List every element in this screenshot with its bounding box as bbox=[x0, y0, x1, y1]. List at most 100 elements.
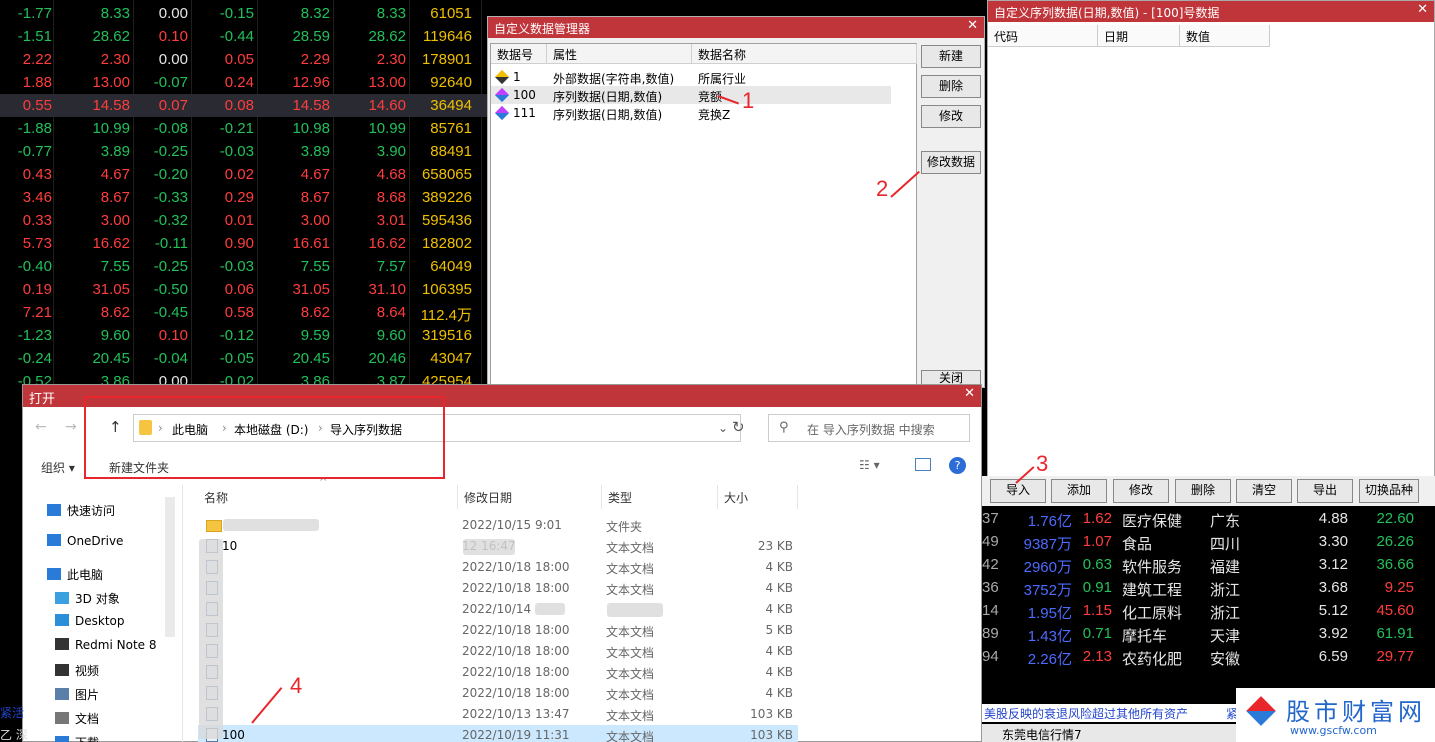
col-header-size[interactable]: 大小 bbox=[718, 485, 798, 509]
table-row[interactable]: -1.77 8.33 0.00 -0.15 8.32 8.33 61051 bbox=[0, 2, 490, 25]
table-cell: 5.73 bbox=[22, 235, 52, 252]
table-cell: -1.51 bbox=[17, 28, 52, 45]
table-cell: 106395 bbox=[421, 281, 472, 298]
file-type: 文本文档 bbox=[606, 646, 655, 660]
table-row[interactable]: 36 3752万 0.91 建筑工程 浙江 3.68 9.25 bbox=[982, 576, 1435, 599]
table-row[interactable]: -0.77 3.89 -0.25 -0.03 3.89 3.90 88491 bbox=[0, 140, 490, 163]
preview-pane-icon[interactable] bbox=[915, 458, 931, 471]
table-row[interactable]: 0.33 3.00 -0.32 0.01 3.00 3.01 595436 bbox=[0, 209, 490, 232]
table-row[interactable]: 49 9387万 1.07 食品 四川 3.30 26.26 bbox=[982, 530, 1435, 553]
view-options-icon[interactable]: ☷ ▾ bbox=[859, 458, 880, 472]
list-item[interactable]: 100 序列数据(日期,数值) 竞额 bbox=[491, 86, 891, 104]
nav-item[interactable]: Desktop bbox=[55, 614, 125, 628]
close-icon[interactable]: ✕ bbox=[964, 386, 975, 401]
modify-data-button[interactable]: 修改数据 bbox=[921, 151, 981, 174]
delete-button[interactable]: 删除 bbox=[921, 75, 981, 98]
list-item[interactable]: 111 序列数据(日期,数值) 竞换Z bbox=[491, 104, 891, 122]
table-cell: 3.92 bbox=[1318, 625, 1348, 642]
table-cell: 658065 bbox=[421, 166, 472, 183]
switch-variety-button[interactable]: 切换品种 bbox=[1359, 479, 1419, 503]
table-cell: 四川 bbox=[1210, 536, 1241, 553]
table-row[interactable]: 0.19 31.05 -0.50 0.06 31.05 31.10 106395 bbox=[0, 278, 490, 301]
seq-title: 自定义序列数据(日期,数值) - [100]号数据 bbox=[994, 6, 1220, 20]
forward-arrow-icon[interactable]: → bbox=[65, 419, 77, 435]
table-row[interactable]: 7.21 8.62 -0.45 0.58 8.62 8.64 112.4万 bbox=[0, 301, 490, 324]
table-cell: 0.58 bbox=[224, 304, 254, 321]
modify-button[interactable]: 修改 bbox=[921, 105, 981, 128]
col-header-value[interactable]: 数值 bbox=[1180, 25, 1270, 47]
table-row[interactable]: 89 1.43亿 0.71 摩托车 天津 3.92 61.91 bbox=[982, 622, 1435, 645]
nav-item[interactable]: 下载 bbox=[55, 734, 99, 742]
col-header-attr[interactable]: 属性 bbox=[547, 44, 692, 64]
table-row[interactable]: 37 1.76亿 1.62 医疗保健 广东 4.88 22.60 bbox=[982, 507, 1435, 530]
col-header-id[interactable]: 数据号 bbox=[491, 44, 547, 64]
file-row[interactable]: 2022/10/18 18:00 文本文档 4 KB bbox=[198, 578, 798, 599]
file-row[interactable]: 100 2022/10/19 11:31 文本文档 103 KB bbox=[198, 725, 798, 742]
table-row[interactable]: -1.23 9.60 0.10 -0.12 9.59 9.60 319516 bbox=[0, 324, 490, 347]
nav-item[interactable]: 文档 bbox=[55, 710, 99, 727]
nav-item[interactable]: 3D 对象 bbox=[55, 590, 120, 607]
col-header-name[interactable]: 数据名称 bbox=[692, 44, 917, 64]
table-cell: 0.24 bbox=[224, 74, 254, 91]
clear-button[interactable]: 清空 bbox=[1236, 479, 1292, 503]
delete-button[interactable]: 删除 bbox=[1175, 479, 1231, 503]
file-row[interactable]: 2022/10/14 4 KB bbox=[198, 599, 798, 620]
nav-item-icon bbox=[55, 688, 69, 700]
back-arrow-icon[interactable]: ← bbox=[35, 419, 47, 435]
file-row[interactable]: 2022/10/18 18:00 文本文档 4 KB bbox=[198, 557, 798, 578]
table-row[interactable]: 0.55 14.58 0.07 0.08 14.58 14.60 36494 bbox=[0, 94, 490, 117]
add-button[interactable]: 添加 bbox=[1051, 479, 1107, 503]
nav-item[interactable]: OneDrive bbox=[47, 534, 123, 548]
table-row[interactable]: -0.40 7.55 -0.25 -0.03 7.55 7.57 64049 bbox=[0, 255, 490, 278]
col-header-date[interactable]: 日期 bbox=[1098, 25, 1180, 47]
nav-item-label: 此电脑 bbox=[67, 568, 104, 582]
col-header-type[interactable]: 类型 bbox=[602, 485, 718, 509]
table-cell: 8.62 bbox=[100, 304, 130, 321]
help-icon[interactable]: ? bbox=[949, 457, 966, 474]
col-header-name[interactable]: 名称 bbox=[198, 485, 458, 509]
table-row[interactable]: 14 1.95亿 1.15 化工原料 浙江 5.12 45.60 bbox=[982, 599, 1435, 622]
file-row[interactable]: 2022/10/18 18:00 文本文档 4 KB bbox=[198, 683, 798, 704]
table-cell: 31.05 bbox=[292, 281, 330, 298]
close-icon[interactable]: ✕ bbox=[967, 18, 978, 33]
table-cell: 20.45 bbox=[292, 350, 330, 367]
nav-item[interactable]: 图片 bbox=[55, 686, 99, 703]
file-row[interactable]: 2022/10/18 18:00 文本文档 4 KB bbox=[198, 662, 798, 683]
table-cell: 3.30 bbox=[1318, 533, 1348, 550]
nav-item[interactable]: 快速访问 bbox=[47, 502, 115, 519]
nav-item[interactable]: 视频 bbox=[55, 662, 99, 679]
table-row[interactable]: 0.43 4.67 -0.20 0.02 4.67 4.68 658065 bbox=[0, 163, 490, 186]
nav-item[interactable]: 此电脑 bbox=[47, 566, 103, 583]
data-id: 1 bbox=[513, 70, 521, 84]
table-row[interactable]: 3.46 8.67 -0.33 0.29 8.67 8.68 389226 bbox=[0, 186, 490, 209]
nav-item[interactable]: Redmi Note 8 bbox=[55, 638, 157, 652]
table-row[interactable]: 94 2.26亿 2.13 农药化肥 安徽 6.59 29.77 bbox=[982, 645, 1435, 668]
list-item[interactable]: 1 外部数据(字符串,数值) 所属行业 bbox=[491, 68, 891, 86]
table-row[interactable]: -1.51 28.62 0.10 -0.44 28.59 28.62 119646 bbox=[0, 25, 490, 48]
table-row[interactable]: 42 2960万 0.63 软件服务 福建 3.12 36.66 bbox=[982, 553, 1435, 576]
table-row[interactable]: -1.88 10.99 -0.08 -0.21 10.98 10.99 85761 bbox=[0, 117, 490, 140]
table-row[interactable]: -0.24 20.45 -0.04 -0.05 20.45 20.46 43047 bbox=[0, 347, 490, 370]
organize-menu[interactable]: 组织 ▾ bbox=[41, 459, 75, 476]
file-row[interactable]: 2022/10/18 18:00 文本文档 5 KB bbox=[198, 620, 798, 641]
new-button[interactable]: 新建 bbox=[921, 45, 981, 68]
refresh-icon[interactable]: ↻ bbox=[732, 418, 745, 436]
col-header-date[interactable]: 修改日期 bbox=[458, 485, 602, 509]
manager-data-list[interactable]: 数据号 属性 数据名称 1 外部数据(字符串,数值) 所属行业 100 序列数据(日期,… bbox=[490, 43, 917, 386]
file-row[interactable]: 2022/10/18 18:00 文本文档 4 KB bbox=[198, 641, 798, 662]
import-button[interactable]: 导入 bbox=[990, 479, 1046, 503]
table-cell: 8.33 bbox=[376, 5, 406, 22]
search-input[interactable]: ⚲ 在 导入序列数据 中搜索 bbox=[768, 414, 970, 442]
file-row[interactable]: 2022/10/13 13:47 文本文档 103 KB bbox=[198, 704, 798, 725]
table-row[interactable]: 5.73 16.62 -0.11 0.90 16.61 16.62 182802 bbox=[0, 232, 490, 255]
table-cell: 4.88 bbox=[1318, 510, 1348, 527]
table-row[interactable]: 1.88 13.00 -0.07 0.24 12.96 13.00 92640 bbox=[0, 71, 490, 94]
table-row[interactable]: 2.22 2.30 0.00 0.05 2.29 2.30 178901 bbox=[0, 48, 490, 71]
export-button[interactable]: 导出 bbox=[1297, 479, 1353, 503]
chevron-down-icon[interactable]: ⌄ bbox=[718, 421, 728, 435]
close-icon[interactable]: ✕ bbox=[1417, 2, 1428, 17]
nav-scrollbar[interactable] bbox=[165, 497, 175, 637]
col-header-code[interactable]: 代码 bbox=[988, 25, 1098, 47]
modify-button[interactable]: 修改 bbox=[1113, 479, 1169, 503]
table-cell: 13.00 bbox=[92, 74, 130, 91]
